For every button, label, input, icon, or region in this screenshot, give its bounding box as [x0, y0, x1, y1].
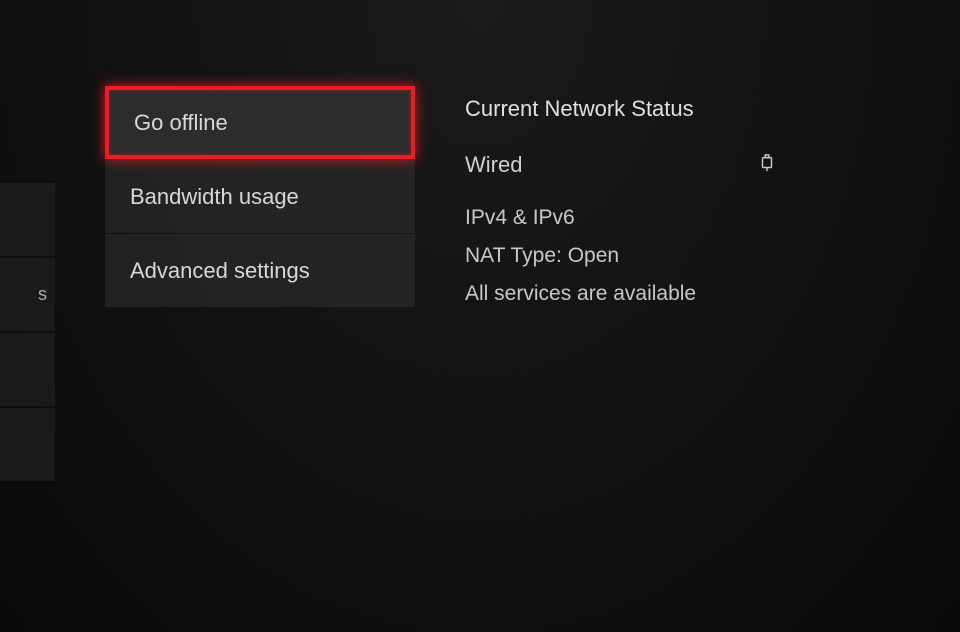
bandwidth-usage-button[interactable]: Bandwidth usage — [105, 160, 415, 233]
connection-type-row: Wired — [465, 152, 775, 178]
left-edge-item[interactable] — [0, 183, 55, 256]
status-heading: Current Network Status — [465, 96, 865, 122]
menu-item-label: Advanced settings — [130, 258, 310, 284]
left-edge-item[interactable]: s — [0, 258, 55, 331]
left-edge-item[interactable] — [0, 408, 55, 481]
status-line-nat: NAT Type: Open — [465, 244, 865, 268]
network-status-panel: Current Network Status Wired IPv4 & IPv6… — [465, 96, 865, 320]
advanced-settings-button[interactable]: Advanced settings — [105, 234, 415, 307]
left-edge-item[interactable] — [0, 333, 55, 406]
left-edge-panel: s — [0, 0, 55, 632]
connection-type-label: Wired — [465, 152, 522, 178]
status-line-ip: IPv4 & IPv6 — [465, 206, 865, 230]
go-offline-button[interactable]: Go offline — [105, 86, 415, 159]
left-edge-item-label: s — [38, 284, 47, 305]
menu-item-label: Bandwidth usage — [130, 184, 299, 210]
settings-menu: Go offline Bandwidth usage Advanced sett… — [95, 86, 425, 308]
status-line-services: All services are available — [465, 282, 865, 306]
ethernet-icon — [759, 152, 775, 178]
menu-item-label: Go offline — [134, 110, 228, 136]
